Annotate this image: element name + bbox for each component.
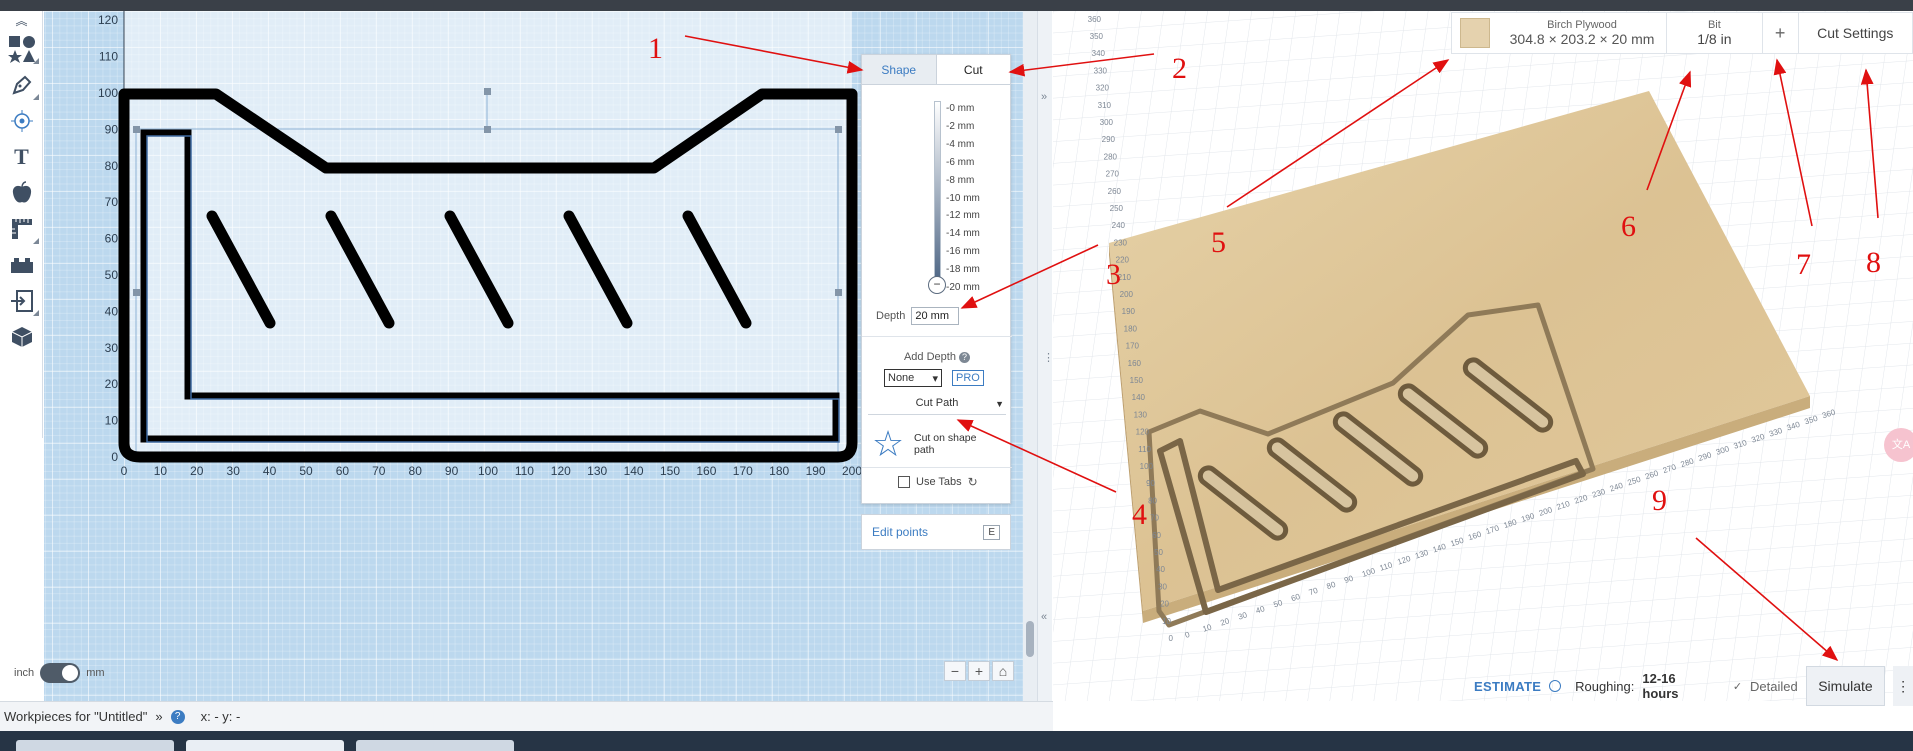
annotation-4: 4 <box>1132 498 1147 531</box>
app-window: ︽ T 120 110 100 90 80 70 60 50 40 30 20 … <box>0 0 1913 751</box>
arrow-5 <box>1226 59 1450 208</box>
annotation-3: 3 <box>1106 258 1121 291</box>
arrow-3 <box>960 244 1099 309</box>
annotation-2: 2 <box>1172 52 1187 85</box>
annotation-5: 5 <box>1211 226 1226 259</box>
annotation-1: 1 <box>648 32 663 65</box>
annotation-8: 8 <box>1866 246 1881 279</box>
annotation-6: 6 <box>1621 210 1636 243</box>
arrow-8 <box>1860 68 1879 219</box>
arrow-4 <box>956 419 1117 493</box>
arrow-2 <box>1008 53 1155 77</box>
annotation-9: 9 <box>1652 484 1667 517</box>
annotation-arrows <box>684 35 1879 662</box>
arrow-9 <box>1695 537 1839 662</box>
annotation-7: 7 <box>1796 248 1811 281</box>
arrow-1 <box>684 35 864 74</box>
arrow-6 <box>1646 70 1692 191</box>
arrow-7 <box>1773 58 1813 227</box>
